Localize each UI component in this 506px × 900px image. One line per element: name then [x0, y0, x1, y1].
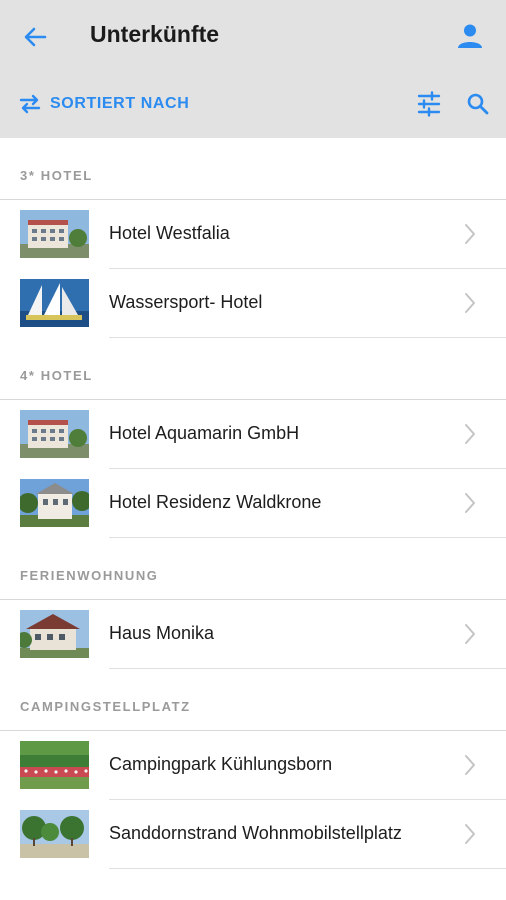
section-header: FERIENWOHNUNG: [0, 538, 506, 600]
chevron-right-icon: [462, 422, 478, 446]
thumbnail-image: [20, 279, 89, 327]
section-title: FERIENWOHNUNG: [20, 568, 159, 583]
item-label: Hotel Aquamarin GmbH: [109, 423, 300, 443]
chevron-right-icon: [462, 822, 478, 846]
section-header: 3* HOTEL: [0, 138, 506, 200]
page-title: Unterkünfte: [90, 21, 220, 47]
app-bar: Unterkünfte SORTIERT NACH: [0, 0, 506, 138]
list-item[interactable]: Wassersport- Hotel: [0, 269, 506, 338]
list-item[interactable]: Campingpark Kühlungsborn: [0, 731, 506, 800]
section-header: CAMPINGSTELLPLATZ: [0, 669, 506, 731]
divider: [109, 868, 506, 869]
chevron-right-icon: [462, 291, 478, 315]
thumbnail-image: [20, 741, 89, 789]
thumbnail-image: [20, 810, 89, 858]
item-label: Sanddornstrand Wohnmobilstellplatz: [109, 823, 402, 843]
item-label: Wassersport- Hotel: [109, 292, 263, 312]
item-label: Hotel Westfalia: [109, 223, 230, 243]
item-label: Campingpark Kühlungsborn: [109, 754, 333, 774]
chevron-right-icon: [462, 753, 478, 777]
list-item[interactable]: Sanddornstrand Wohnmobilstellplatz: [0, 800, 506, 869]
thumbnail-image: [20, 410, 89, 458]
sort-label: SORTIERT NACH: [50, 95, 190, 112]
list-item[interactable]: Hotel Westfalia: [0, 200, 506, 269]
accommodation-list: 3* HOTEL Hotel Westfalia Wassersport- Hote…: [0, 138, 506, 869]
chevron-right-icon: [462, 491, 478, 515]
search-icon: [467, 93, 489, 115]
sort-button[interactable]: SORTIERT NACH: [18, 88, 189, 120]
chevron-right-icon: [462, 622, 478, 646]
section-header: 4* HOTEL: [0, 338, 506, 400]
thumbnail-image: [20, 479, 89, 527]
nav-row: Unterkünfte: [0, 0, 506, 72]
item-label: Hotel Residenz Waldkrone: [109, 492, 322, 512]
list-item[interactable]: Hotel Aquamarin GmbH: [0, 400, 506, 469]
user-button[interactable]: [456, 22, 484, 50]
thumbnail-image: [20, 210, 89, 258]
section-title: CAMPINGSTELLPLATZ: [20, 699, 191, 714]
sliders-icon: [417, 91, 441, 117]
thumbnail-image: [20, 610, 89, 658]
back-button[interactable]: [20, 22, 50, 52]
filter-button[interactable]: [416, 91, 442, 117]
user-icon: [458, 24, 482, 48]
section-title: 3* HOTEL: [20, 168, 93, 183]
chevron-right-icon: [462, 222, 478, 246]
list-item[interactable]: Haus Monika: [0, 600, 506, 669]
section-title: 4* HOTEL: [20, 368, 93, 383]
swap-arrows-icon: [19, 94, 41, 114]
arrow-left-icon: [24, 27, 47, 47]
item-label: Haus Monika: [109, 623, 215, 643]
search-button[interactable]: [465, 91, 491, 117]
list-item[interactable]: Hotel Residenz Waldkrone: [0, 469, 506, 538]
